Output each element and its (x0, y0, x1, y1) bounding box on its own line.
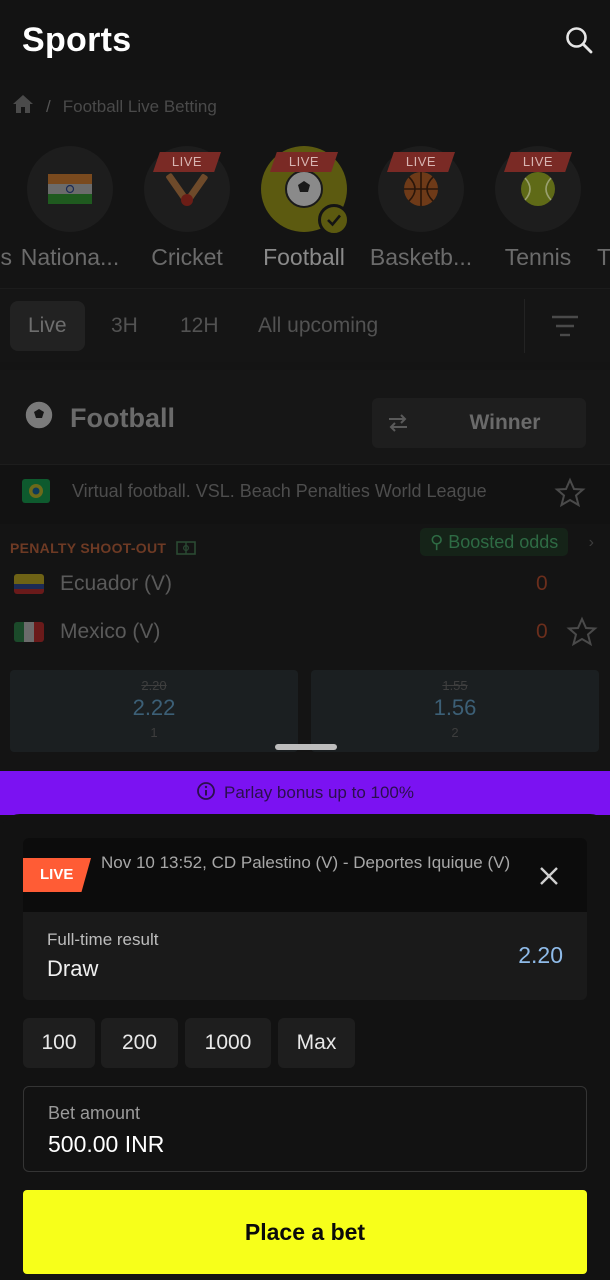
bet-selection-card: LIVE Nov 10 13:52, CD Palestino (V) - De… (23, 838, 587, 1000)
sport-item-basketball[interactable]: LIVE Basketb... (363, 144, 479, 274)
search-icon[interactable] (562, 23, 596, 57)
sport-label: Tennis (504, 244, 572, 270)
time-filter-bar: Live 3H 12H All upcoming (0, 288, 610, 362)
breadcrumb-current[interactable]: Football Live Betting (63, 97, 217, 117)
parlay-bonus-banner[interactable]: Parlay bonus up to 100% (0, 771, 610, 815)
close-icon[interactable] (537, 864, 561, 888)
market-selector-label: Winner (469, 411, 541, 434)
sport-label: Nationa... (20, 244, 120, 270)
filter-tab-3h[interactable]: 3H (93, 301, 156, 351)
match-type-text: PENALTY SHOOT-OUT (10, 540, 167, 556)
breadcrumb: / Football Live Betting (12, 94, 217, 119)
live-badge: LIVE (23, 858, 91, 892)
bet-amount-label: Bet amount (48, 1103, 141, 1123)
sport-label: Cricket (151, 244, 223, 270)
away-team: Mexico (V) (14, 620, 160, 644)
boosted-odds-label: Boosted odds (448, 532, 559, 552)
parlay-bonus-text: Parlay bonus up to 100% (224, 783, 414, 802)
league-flag-icon (22, 479, 50, 503)
app-header: Sports (0, 0, 610, 80)
breadcrumb-separator: / (46, 96, 51, 116)
rocket-icon: ⚲ (430, 532, 444, 552)
filter-tab-12h[interactable]: 12H (162, 301, 237, 351)
home-team: Ecuador (V) (14, 572, 172, 596)
bet-event-name: Nov 10 13:52, CD Palestino (V) - Deporte… (101, 853, 511, 872)
old-odd: 2.20 (141, 678, 167, 693)
home-team-name: Ecuador (V) (60, 572, 173, 595)
live-tag: LIVE (153, 152, 221, 172)
sport-item-national[interactable]: Nationa... (12, 144, 128, 274)
swap-icon (372, 413, 424, 433)
match-type-label: PENALTY SHOOT-OUT (10, 540, 197, 558)
quick-amount-1000[interactable]: 1000 (185, 1018, 271, 1068)
sport-label: s (0, 244, 13, 270)
odd-button-home[interactable]: 2.20 2.22 1 (10, 670, 298, 752)
sport-label: Basketb... (369, 244, 473, 270)
page-title: Sports (22, 20, 132, 59)
sport-item-next[interactable]: T (597, 144, 610, 274)
filter-tab-all-upcoming[interactable]: All upcoming (240, 301, 396, 351)
league-row[interactable]: Virtual football. VSL. Beach Penalties W… (0, 464, 610, 524)
home-icon[interactable] (12, 94, 34, 119)
odd-button-away[interactable]: 1.55 1.56 2 (311, 670, 599, 752)
quick-amount-100[interactable]: 100 (23, 1018, 95, 1068)
sport-label: Football (263, 244, 345, 270)
live-tag: LIVE (387, 152, 455, 172)
section-title-text: Football (70, 403, 175, 433)
sport-item-previous[interactable]: s (0, 144, 13, 274)
sport-item-cricket[interactable]: LIVE Cricket (129, 144, 245, 274)
football-icon (22, 398, 56, 439)
bet-event-bar: LIVE Nov 10 13:52, CD Palestino (V) - De… (23, 838, 587, 912)
sportsbook-page: / Football Live Betting s Nationa... LIV… (0, 80, 610, 770)
new-odd: 2.22 (132, 695, 176, 720)
bet-odd: 2.20 (518, 942, 563, 968)
home-score: 0 (536, 572, 548, 595)
bet-selection: Draw (47, 956, 99, 981)
chevron-right-icon[interactable]: › (589, 534, 594, 552)
sheet-drag-handle[interactable] (275, 744, 337, 750)
field-icon (176, 540, 197, 558)
mexico-flag-icon (14, 622, 44, 642)
section-header: Football Winner (0, 370, 610, 464)
boosted-odds-badge[interactable]: ⚲ Boosted odds (420, 528, 569, 556)
outcome-label: 1 (150, 725, 158, 740)
sport-item-football[interactable]: LIVE Football (246, 144, 362, 274)
league-name: Virtual football. VSL. Beach Penalties W… (72, 481, 487, 501)
bet-slip-sheet: LIVE Nov 10 13:52, CD Palestino (V) - De… (0, 814, 610, 1280)
ecuador-flag-icon (14, 574, 44, 594)
favorite-star-icon[interactable] (554, 477, 586, 509)
quick-amount-max[interactable]: Max (278, 1018, 355, 1068)
new-odd: 1.56 (433, 695, 477, 720)
quick-amount-200[interactable]: 200 (101, 1018, 178, 1068)
outcome-label: 2 (451, 725, 459, 740)
live-tag: LIVE (270, 152, 338, 172)
filter-tab-live[interactable]: Live (10, 301, 85, 351)
bet-amount-field[interactable]: Bet amount (23, 1086, 587, 1172)
live-tag: LIVE (504, 152, 572, 172)
sports-carousel[interactable]: s Nationa... LIVE Cricket LIVE Football (0, 144, 610, 274)
away-score: 0 (536, 620, 548, 643)
india-flag-icon (27, 146, 113, 232)
sport-item-tennis[interactable]: LIVE Tennis (480, 144, 596, 274)
info-icon (196, 781, 216, 806)
place-bet-button[interactable]: Place a bet (23, 1190, 587, 1274)
filter-icon[interactable] (550, 311, 580, 341)
bet-market: Full-time result (47, 930, 159, 949)
section-title: Football (22, 398, 175, 439)
market-selector[interactable]: Winner (372, 398, 586, 448)
sport-label: T (597, 244, 610, 270)
old-odd: 1.55 (442, 678, 468, 693)
filter-divider (524, 299, 525, 353)
favorite-star-icon[interactable] (566, 616, 598, 648)
selected-check-icon (318, 204, 350, 236)
away-team-name: Mexico (V) (60, 620, 161, 643)
bet-amount-input[interactable] (48, 1131, 348, 1158)
